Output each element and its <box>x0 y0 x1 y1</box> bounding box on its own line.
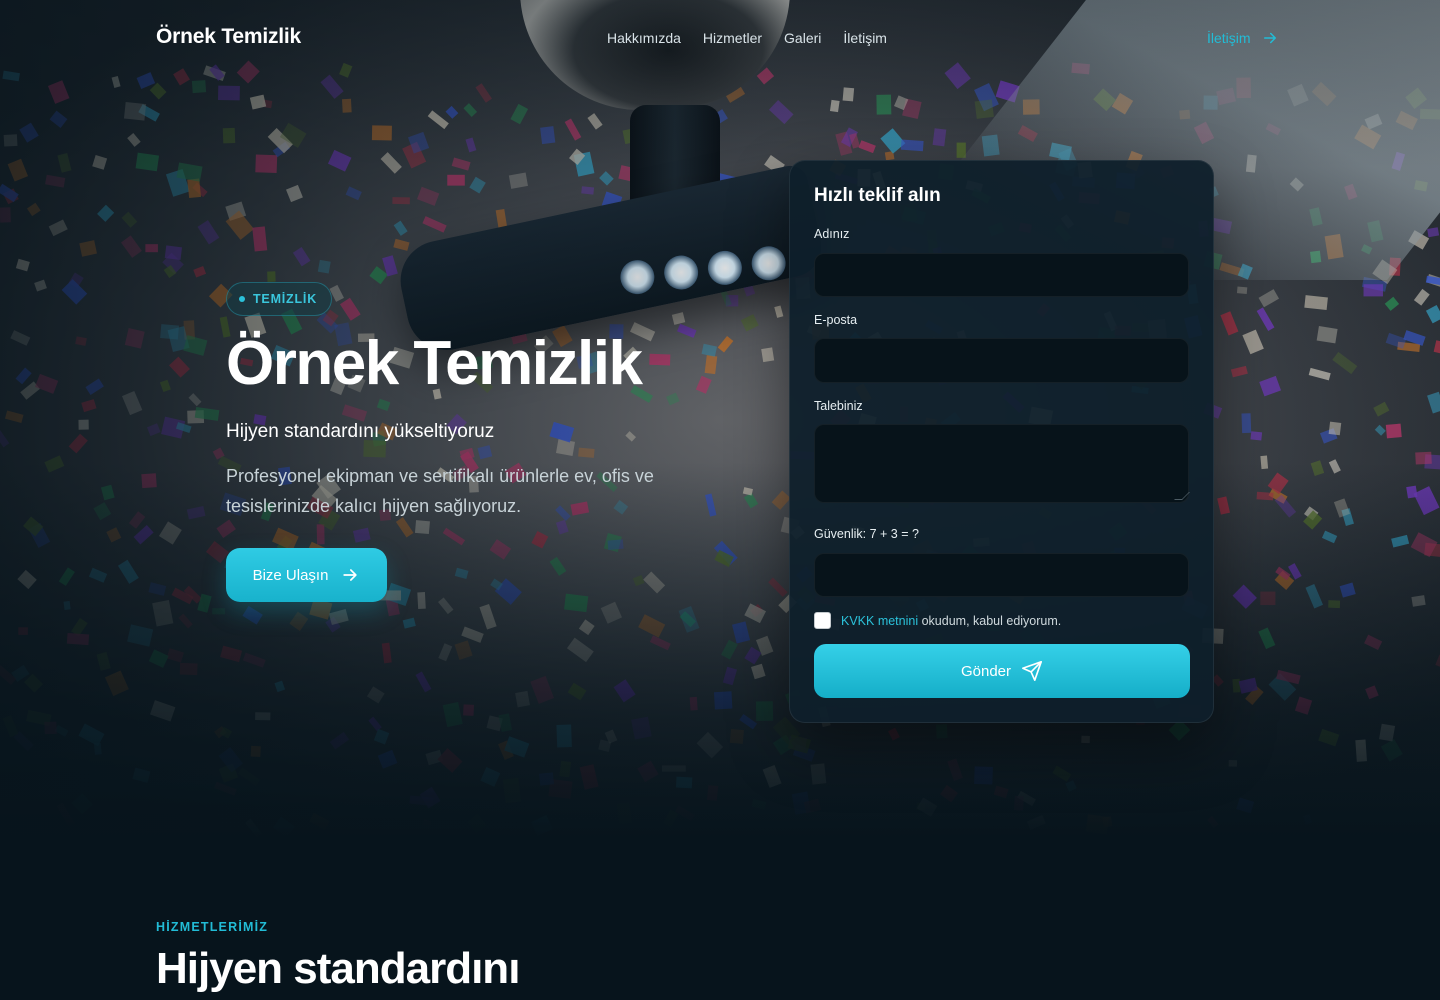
hero-badge: TEMİZLİK <box>226 282 333 316</box>
kvkk-consent: KVKK metnini okudum, kabul ediyorum. <box>814 612 1061 629</box>
contact-us-button[interactable]: Bize Ulaşın <box>226 548 387 602</box>
form-title: Hızlı teklif alın <box>814 185 941 206</box>
kvkk-text-wrap: KVKK metnini okudum, kabul ediyorum. <box>841 614 1061 628</box>
badge-dot-icon <box>239 296 245 302</box>
hero-badge-label: TEMİZLİK <box>253 292 318 306</box>
name-label: Adınız <box>814 227 850 241</box>
send-icon <box>1022 661 1043 681</box>
nav-link-contact[interactable]: İletişim <box>843 30 887 46</box>
contact-us-label: Bize Ulaşın <box>252 566 329 584</box>
request-textarea[interactable] <box>814 424 1189 503</box>
services-eyebrow: HİZMETLERİMİZ <box>156 920 269 934</box>
name-input[interactable] <box>814 253 1189 297</box>
hero-background <box>0 0 1440 840</box>
services-title: Hijyen standardını <box>156 944 520 993</box>
hero-description: Profesyonel ekipman ve sertifikalı ürünl… <box>226 466 654 516</box>
nav-link-services[interactable]: Hizmetler <box>703 30 762 46</box>
hero-subtitle: Hijyen standardını yükseltiyoruz <box>226 421 495 442</box>
submit-label: Gönder <box>960 662 1012 680</box>
nav-link-gallery[interactable]: Galeri <box>784 30 821 46</box>
submit-button[interactable]: Gönder <box>814 644 1190 698</box>
kvkk-link[interactable]: KVKK metnini <box>841 614 918 628</box>
captcha-label: Güvenlik: 7 + 3 = ? <box>814 527 919 541</box>
kvkk-checkbox[interactable] <box>814 612 831 629</box>
nav-contact-button[interactable]: İletişim <box>1207 29 1279 47</box>
captcha-input[interactable] <box>814 553 1189 597</box>
quick-quote-form: Hızlı teklif alın Adınız E-posta Talebin… <box>789 160 1214 723</box>
arrow-right-icon <box>1263 32 1276 44</box>
main-menu: Hakkımızda Hizmetler Galeri İletişim <box>607 30 887 46</box>
nav-link-about[interactable]: Hakkımızda <box>607 30 681 46</box>
arrow-right-icon <box>343 569 358 581</box>
email-input[interactable] <box>814 338 1189 383</box>
kvkk-text: okudum, kabul ediyorum. <box>921 613 1062 628</box>
brand-logo[interactable]: Örnek Temizlik <box>156 25 301 49</box>
top-navigation: Örnek Temizlik Hakkımızda Hizmetler Gale… <box>0 0 1440 76</box>
request-label: Talebiniz <box>814 399 863 413</box>
nav-contact-label: İletişim <box>1207 30 1251 46</box>
hero-overlay <box>0 0 1440 840</box>
hero-title: Örnek Temizlik <box>226 329 643 398</box>
email-label: E-posta <box>814 313 858 327</box>
